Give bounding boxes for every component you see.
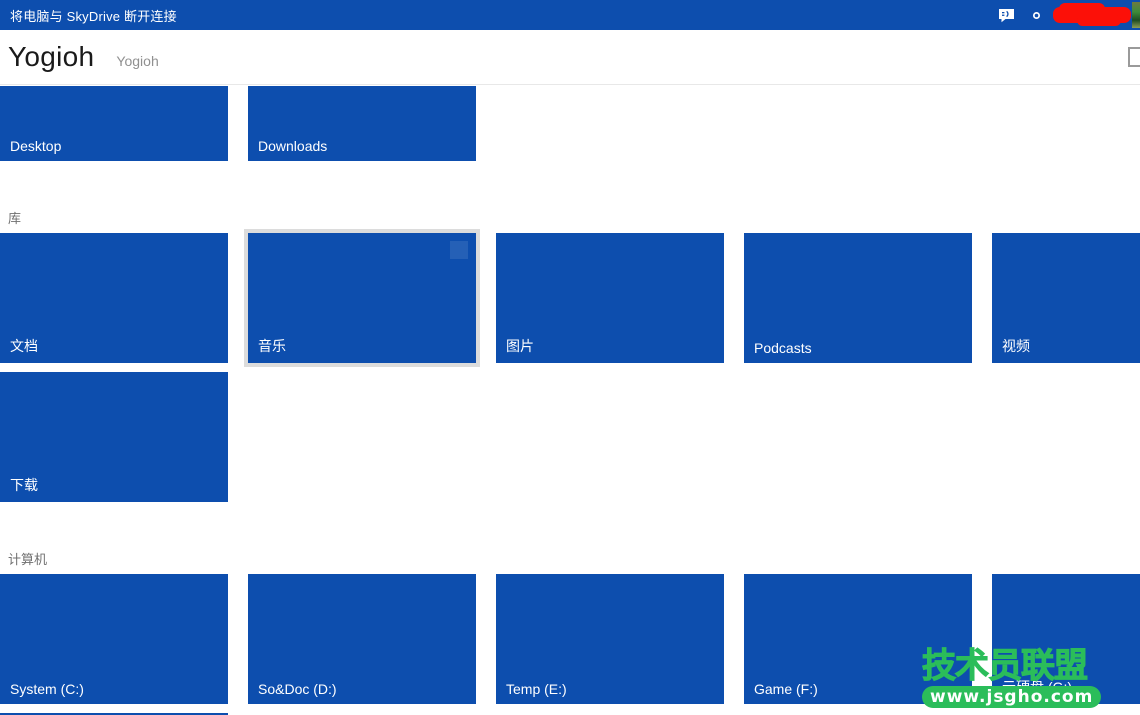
tile-documents[interactable]: 文档 [0,233,228,363]
tile-desktop[interactable]: Desktop [0,86,228,161]
tile-label: 音乐 [258,338,286,354]
tile-drive-g[interactable]: 云硬盘 (G:) [992,574,1140,704]
file-explorer-app: 将电脑与 SkyDrive 断开连接 Yogioh Yogioh Desktop… [0,0,1140,715]
avatar[interactable] [1132,2,1140,28]
tile-drive-d[interactable]: So&Doc (D:) [248,574,476,704]
tile-downloads-library[interactable]: 下载 [0,372,228,502]
tile-pictures[interactable]: 图片 [496,233,724,363]
tile-label: 视频 [1002,338,1030,354]
tile-label: 云硬盘 (G:) [1002,679,1072,695]
tile-label: So&Doc (D:) [258,681,337,697]
tile-downloads[interactable]: Downloads [248,86,476,161]
select-all-checkbox[interactable] [1128,47,1140,67]
tile-videos[interactable]: 视频 [992,233,1140,363]
title-bar: 将电脑与 SkyDrive 断开连接 [0,0,1140,30]
tile-drive-f[interactable]: Game (F:) [744,574,972,704]
tile-label: Temp (E:) [506,681,567,697]
redacted-username [1053,3,1131,26]
tile-music[interactable]: 音乐 [244,229,480,367]
tile-podcasts[interactable]: Podcasts [744,233,972,363]
tile-area: Desktop Downloads 库 文档 音乐 图片 Podcasts 视频… [0,86,1140,715]
tile-label: 文档 [10,338,38,354]
tile-check-icon[interactable] [450,241,468,259]
feedback-icon[interactable] [991,0,1021,30]
page-title: Yogioh [8,41,95,72]
tile-label: Desktop [10,138,62,154]
section-favorites: Desktop Downloads [0,86,1140,161]
tile-drive-e[interactable]: Temp (E:) [496,574,724,704]
title-bar-actions [991,0,1140,30]
section-library-row1: 文档 音乐 图片 Podcasts 视频 [0,229,1140,367]
tile-label: Downloads [258,138,328,154]
tile-drive-c[interactable]: System (C:) [0,574,228,704]
tile-label: 图片 [506,338,534,354]
page-header: Yogioh Yogioh [0,30,1140,85]
tile-label: Game (F:) [754,681,818,697]
section-label-library: 库 [8,211,22,226]
section-library-row2: 下载 [0,372,1140,502]
section-label-computer: 计算机 [8,552,48,567]
settings-gear-icon[interactable] [1021,0,1051,30]
title-bar-text: 将电脑与 SkyDrive 断开连接 [10,8,177,24]
section-computer-row1: System (C:) So&Doc (D:) Temp (E:) Game (… [0,574,1140,704]
breadcrumb: Yogioh [116,53,159,69]
tile-label: System (C:) [10,681,84,697]
tile-label: Podcasts [754,340,812,356]
tile-label: 下载 [10,477,38,493]
